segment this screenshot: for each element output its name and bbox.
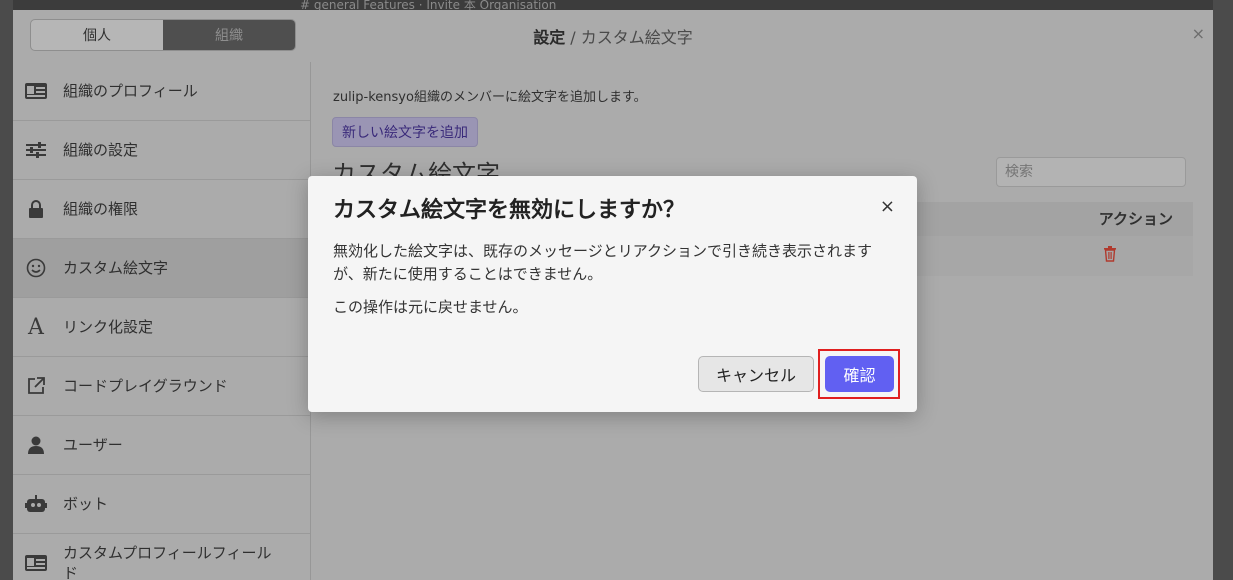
confirm-dialog: カスタム絵文字を無効にしますか？ × 無効化した絵文字は、既存のメッセージとリア… [308,176,917,412]
settings-menu: 組織のプロフィール 組織の設定 組織の権限 カスタム絵文字 A リンク化設定 コ… [13,62,311,580]
lock-icon [23,197,49,221]
menu-item-org-permissions[interactable]: 組織の権限 [13,180,310,239]
menu-label-users: ユーザー [63,436,123,454]
menu-item-org-profile[interactable]: 組織のプロフィール [13,62,310,121]
menu-item-linkifiers[interactable]: A リンク化設定 [13,298,310,357]
menu-label-org-profile: 組織のプロフィール [63,82,198,100]
table-header: アクション [911,202,1193,236]
menu-label-code-playgrounds: コードプレイグラウンド [63,377,228,395]
dialog-body-text: 無効化した絵文字は、既存のメッセージとリアクションで引き続き表示されますが、新た… [333,242,872,283]
search-input[interactable] [996,157,1186,187]
trash-icon[interactable] [1103,246,1117,266]
robot-icon [23,492,49,516]
settings-close-icon[interactable]: × [1192,24,1205,43]
menu-item-code-playgrounds[interactable]: コードプレイグラウンド [13,357,310,416]
settings-title: 設定 / カスタム絵文字 [13,24,1213,48]
menu-label-org-permissions: 組織の権限 [63,200,139,218]
menu-item-custom-emoji[interactable]: カスタム絵文字 [13,239,310,298]
menu-label-custom-profile-fields: カスタムプロフィールフィールド [63,544,272,580]
close-icon[interactable]: × [880,196,895,217]
add-emoji-button[interactable]: 新しい絵文字を追加 [332,117,478,147]
emoji-intro-text: zulip-kensyo組織のメンバーに絵文字を追加します。 [333,90,647,105]
menu-item-users[interactable]: ユーザー [13,416,310,475]
background-left-edge [0,0,13,580]
table-row [911,236,1193,276]
smiley-icon [23,256,49,280]
background-topbar: # general Features · Invite 本 Organisati… [0,0,1233,12]
dialog-title: カスタム絵文字を無効にしますか？ [333,198,686,223]
settings-title-section: カスタム絵文字 [580,28,693,47]
dialog-body: 無効化した絵文字は、既存のメッセージとリアクションで引き続き表示されますが、新た… [333,240,898,329]
menu-item-org-settings[interactable]: 組織の設定 [13,121,310,180]
confirm-button[interactable]: 確認 [825,356,894,392]
id-card-icon [23,551,49,575]
menu-label-org-settings: 組織の設定 [63,141,139,159]
settings-header: 個人 組織 設定 / カスタム絵文字 × [13,10,1213,63]
column-action-header: アクション [1098,210,1173,228]
settings-title-separator: / [565,28,581,47]
menu-label-linkifiers: リンク化設定 [63,318,154,336]
menu-label-custom-emoji: カスタム絵文字 [63,259,169,277]
settings-title-main: 設定 [533,28,566,47]
dialog-warning-text: この操作は元に戻せません。 [333,298,528,316]
cancel-button[interactable]: キャンセル [698,356,814,392]
background-right-edge [1213,0,1233,580]
external-link-icon [23,374,49,398]
menu-label-bots: ボット [63,495,109,513]
menu-item-bots[interactable]: ボット [13,475,310,534]
menu-item-custom-profile-fields[interactable]: カスタムプロフィールフィールド [13,534,310,580]
sliders-icon [23,138,49,162]
id-card-icon [23,79,49,103]
font-a-icon: A [28,314,44,340]
user-icon [23,433,49,457]
